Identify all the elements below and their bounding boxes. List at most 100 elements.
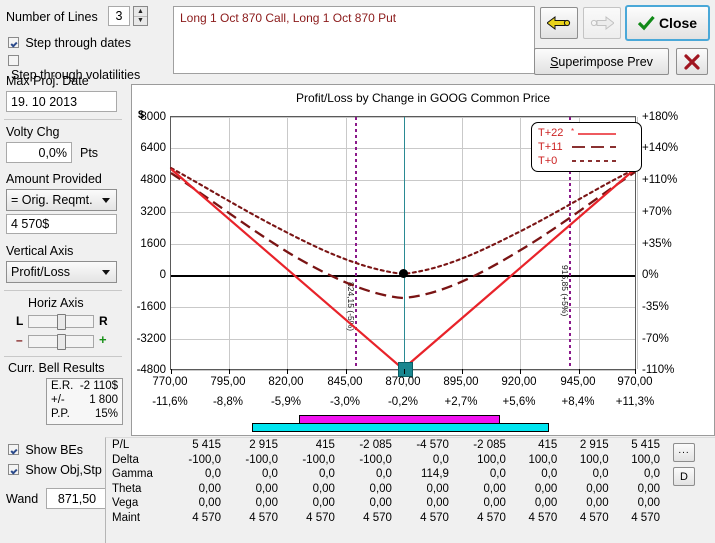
stepper-up-icon[interactable]: ▲ [134, 7, 147, 17]
divider [4, 356, 122, 357]
x-tickmark [579, 369, 580, 374]
cell: 0,0 [489, 468, 506, 480]
horiz-axis-left-label: L [16, 314, 24, 328]
y-tick-right: 0% [642, 269, 659, 281]
cancel-button[interactable] [676, 48, 708, 75]
x-tickmark [229, 369, 230, 374]
current-price-marker[interactable] [398, 362, 413, 377]
superimpose-prev-button[interactable]: Superimpose Prev [534, 48, 669, 75]
checkbox-icon[interactable] [8, 444, 19, 455]
cell: 4 570 [363, 511, 392, 524]
show-obj-stp-label: Show Obj,Stp [25, 463, 102, 477]
options-analysis-window: Number of Lines 3 ▲ ▼ Step through dates… [0, 0, 715, 543]
table-row: Maint 4 570 4 570 4 570 4 570 4 570 4 57… [106, 511, 666, 526]
position-description-box[interactable]: Long 1 Oct 870 Call, Long 1 Oct 870 Put [173, 6, 535, 74]
std-dev-range-bar [252, 423, 549, 432]
bell-row: +/- 1 800 [47, 393, 122, 407]
amount-value-input[interactable]: 4 570$ [6, 214, 117, 234]
table-row: Theta 0,00 0,00 0,00 0,00 0,00 0,00 0,00… [106, 482, 666, 497]
plot-area[interactable]: 824,15 (-5%) 915,85 (+5%) T+22 * T+11 T+… [137, 111, 678, 377]
position-text: Long 1 Oct 870 Call, Long 1 Oct 870 Put [180, 11, 397, 25]
volty-chg-input[interactable]: 0,0% [6, 142, 72, 163]
y-tick-right: +110% [642, 174, 678, 186]
cell: 0,00 [534, 497, 558, 509]
slider-knob[interactable] [57, 314, 66, 330]
legend-label: T+22 [538, 127, 564, 139]
cell: 0,0 [204, 468, 221, 480]
table-row: Delta -100,0 -100,0 -100,0 -100,0 0,0 10… [106, 453, 666, 468]
chevron-down-icon[interactable] [102, 198, 110, 203]
chevron-down-icon[interactable] [102, 270, 110, 275]
checkbox-icon[interactable] [8, 55, 19, 66]
chart-panel: Profit/Loss by Change in GOOG Common Pri… [131, 84, 715, 436]
close-button[interactable]: Close [625, 5, 710, 41]
x-tick-price: 945,00 [560, 376, 596, 388]
step-through-dates-label: Step through dates [25, 36, 131, 50]
row-label: Vega [112, 497, 139, 509]
curr-bell-results-label: Curr. Bell Results [8, 361, 105, 375]
cell: 4 570 [528, 511, 558, 524]
cell: 0,0 [592, 468, 609, 480]
divider [4, 119, 122, 120]
bell-row-value: 1 800 [89, 394, 118, 406]
x-tickmark [287, 369, 288, 374]
volty-chg-label: Volty Chg [6, 125, 60, 139]
amount-provided-select[interactable]: = Orig. Reqmt. [6, 189, 117, 211]
cell: 4 570 [579, 511, 609, 524]
forward-button[interactable] [583, 7, 621, 39]
bell-row: E.R. -2 110$ [47, 379, 122, 393]
vertical-axis-select[interactable]: Profit/Loss [6, 261, 117, 283]
cell: 0,00 [369, 482, 392, 495]
vertical-axis-label: Vertical Axis [6, 244, 74, 258]
cell: 0,00 [255, 497, 278, 509]
cell: 0,00 [198, 482, 221, 495]
legend-swatch-solid: * [571, 128, 616, 136]
bell-results-box: E.R. -2 110$ +/- 1 800 P.P. 15% [46, 378, 123, 425]
number-of-lines-input[interactable]: 3 [108, 6, 130, 26]
superimpose-rest: uperimpose Prev [558, 54, 653, 69]
vertical-axis-value: Profit/Loss [11, 265, 71, 279]
arrow-right-icon [590, 16, 614, 30]
cell: 0,0 [644, 468, 660, 480]
expected-value-marker [399, 269, 408, 278]
greeks-table: P/L 5 415 2 915 415 -2 085 -4 570 -2 085… [106, 438, 666, 525]
step-through-dates-checkbox[interactable]: Step through dates [8, 36, 131, 50]
show-obj-stp-checkbox[interactable]: Show Obj,Stp [8, 463, 102, 477]
objective-range-bar [299, 415, 500, 424]
detail-button[interactable]: D [673, 467, 695, 486]
wand-label: Wand [6, 492, 39, 506]
cell: 4 570 [420, 511, 449, 524]
back-button[interactable] [540, 7, 578, 39]
max-proj-date-input[interactable]: 19. 10 2013 [6, 91, 117, 112]
cell: 4 570 [249, 511, 278, 524]
row-label: P/L [112, 439, 130, 451]
horiz-axis-right-label: R [99, 314, 108, 328]
cell: 4 570 [192, 511, 221, 524]
bell-row-value: 15% [94, 408, 118, 420]
y-tick-right: +35% [642, 238, 672, 250]
x-tick-price: 795,00 [210, 376, 246, 388]
ellipsis-button[interactable]: ... [673, 443, 695, 462]
slider-knob[interactable] [57, 334, 66, 350]
legend-label: T+0 [538, 155, 558, 167]
cell: 0,0 [318, 468, 335, 480]
checkbox-icon[interactable] [8, 464, 19, 475]
show-bes-checkbox[interactable]: Show BEs [8, 443, 83, 457]
number-of-lines-stepper[interactable]: ▲ ▼ [133, 6, 148, 26]
cell: 0,00 [483, 482, 506, 495]
show-bes-label: Show BEs [25, 443, 84, 457]
checkbox-icon[interactable] [8, 37, 19, 48]
horiz-axis-slider[interactable] [28, 314, 94, 330]
wand-input[interactable]: 871,50 [46, 488, 108, 509]
y-tick-left: 3200 [140, 206, 166, 218]
x-tick-price: 820,00 [268, 376, 304, 388]
close-button-label: Close [658, 15, 698, 31]
arrow-left-icon [547, 16, 571, 30]
cell: 0,00 [637, 482, 660, 495]
x-tick-price: 895,00 [443, 376, 479, 388]
row-label: Maint [112, 511, 141, 524]
stepper-down-icon[interactable]: ▼ [134, 17, 147, 26]
zoom-slider[interactable] [28, 334, 94, 350]
x-close-icon [684, 53, 700, 70]
x-tickmark [462, 369, 463, 374]
